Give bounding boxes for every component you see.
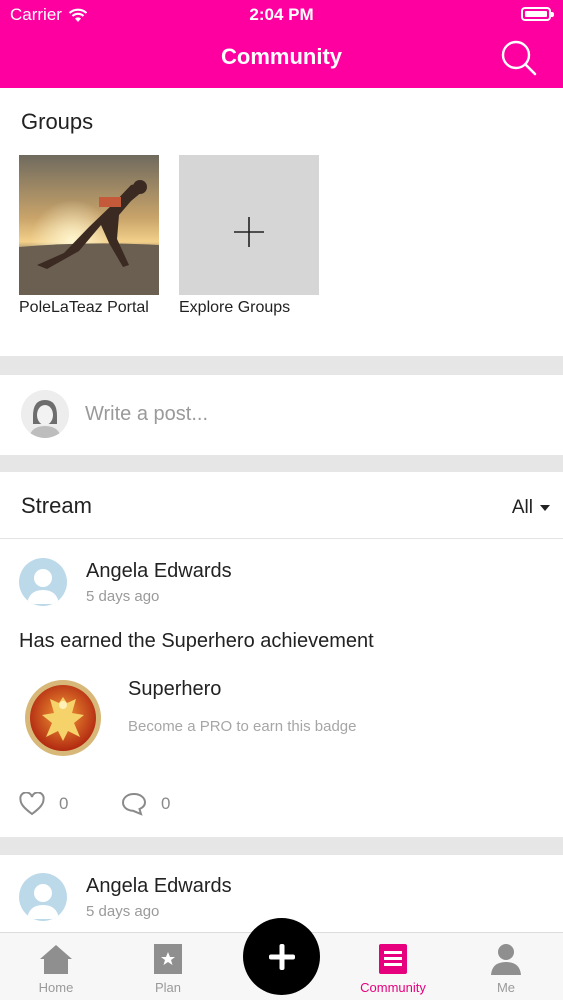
- tab-community[interactable]: Community: [337, 933, 449, 1000]
- plus-icon: [268, 943, 295, 970]
- groups-section: Groups PoleLaTeaz Portal Explore Groups: [0, 88, 563, 356]
- badge-subtitle: Become a PRO to earn this badge: [128, 718, 357, 735]
- tab-label: Plan: [154, 980, 182, 995]
- community-icon: [379, 944, 407, 974]
- divider: [0, 538, 563, 539]
- groups-title: Groups: [21, 109, 94, 134]
- badge-title: Superhero: [128, 678, 222, 700]
- write-post-input[interactable]: Write a post...: [85, 403, 208, 426]
- tab-home[interactable]: Home: [0, 933, 112, 1000]
- search-icon: [501, 40, 537, 76]
- tab-me[interactable]: Me: [450, 933, 562, 1000]
- home-icon: [40, 945, 72, 974]
- post-time: 5 days ago: [86, 588, 160, 605]
- status-time: 2:04 PM: [249, 5, 314, 24]
- post-author[interactable]: Angela Edwards: [86, 875, 232, 898]
- heart-icon: [19, 792, 45, 816]
- status-bar: Carrier 2:04 PM: [0, 0, 563, 30]
- post-composer[interactable]: Write a post...: [0, 375, 563, 455]
- caret-down-icon: [540, 505, 550, 511]
- tab-label: Community: [360, 980, 426, 995]
- achievement-badge[interactable]: [24, 679, 102, 757]
- user-avatar-icon: [27, 884, 59, 919]
- explore-groups-tile[interactable]: Explore Groups: [179, 155, 319, 317]
- person-icon: [491, 944, 521, 975]
- plus-icon: [234, 217, 264, 247]
- post-author[interactable]: Angela Edwards: [86, 560, 232, 583]
- stream-filter-dropdown[interactable]: All: [512, 497, 551, 519]
- search-button[interactable]: [499, 38, 539, 78]
- like-button[interactable]: 0: [19, 792, 68, 816]
- post-time: 5 days ago: [86, 903, 160, 920]
- explore-groups-thumb: [179, 155, 319, 295]
- tab-label: Me: [496, 980, 516, 995]
- group-image: [19, 155, 159, 295]
- user-avatar-icon: [21, 390, 69, 438]
- user-avatar-icon: [27, 569, 59, 604]
- avatar: [21, 390, 69, 438]
- comment-icon: [121, 792, 147, 816]
- group-tile-polelateaz[interactable]: PoleLaTeaz Portal: [19, 155, 159, 317]
- group-label: PoleLaTeaz Portal: [19, 299, 149, 316]
- comment-count: 0: [161, 794, 171, 813]
- tab-plan[interactable]: Plan: [112, 933, 224, 1000]
- plan-star-icon: [154, 944, 182, 974]
- header: Carrier 2:04 PM Community: [0, 0, 563, 88]
- tab-label: Home: [38, 980, 74, 995]
- app-screen: Carrier 2:04 PM Community Groups PoleLaT…: [0, 0, 563, 1000]
- stream-title: Stream: [21, 493, 92, 518]
- battery-icon: [521, 7, 554, 21]
- superhero-badge-icon: [25, 680, 101, 756]
- avatar[interactable]: [19, 873, 67, 921]
- like-count: 0: [59, 794, 69, 813]
- stream-section: Stream All Angela Edwards 5 days ago Has…: [0, 472, 563, 837]
- post-text: Has earned the Superhero achievement: [19, 630, 374, 652]
- avatar[interactable]: [19, 558, 67, 606]
- add-post-button[interactable]: [243, 918, 320, 995]
- group-label: Explore Groups: [179, 299, 291, 316]
- page-title: Community: [221, 44, 342, 69]
- stream-filter-value: All: [511, 497, 533, 518]
- comment-button[interactable]: 0: [121, 792, 170, 816]
